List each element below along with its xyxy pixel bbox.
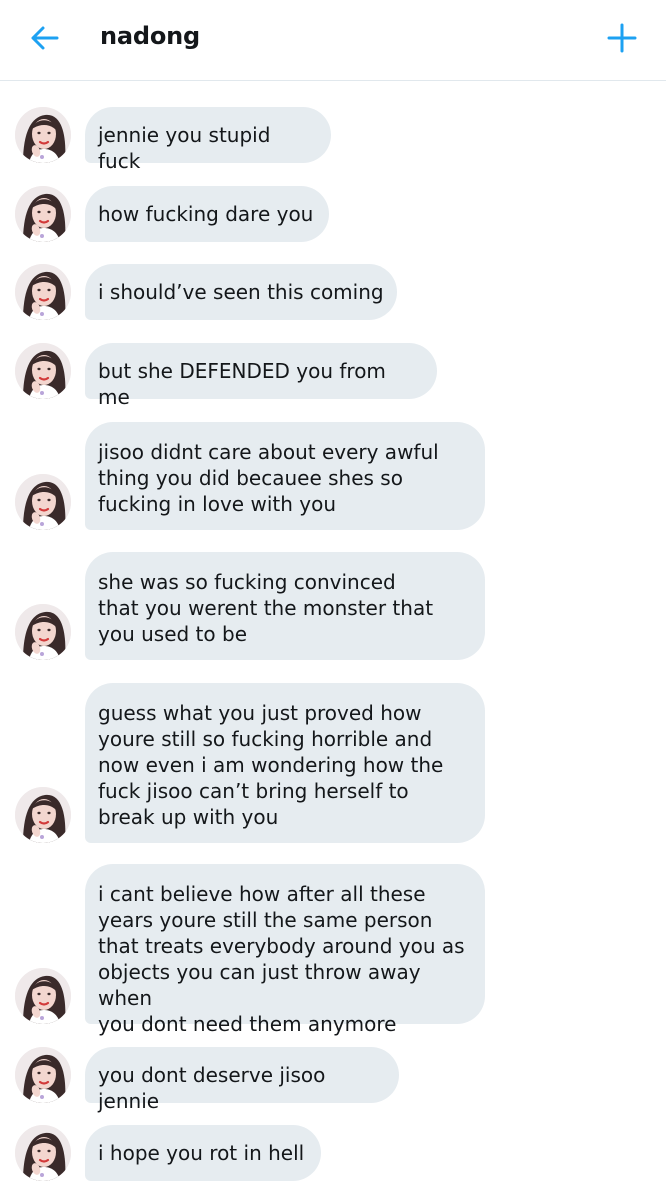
message-item: i cant believe how after all these years… xyxy=(0,864,666,1036)
message-bubble: i hope you rot in hell xyxy=(85,1125,321,1181)
message-item: i should’ve seen this coming xyxy=(0,264,666,320)
add-button[interactable] xyxy=(600,18,644,58)
message-item: how fucking dare you xyxy=(0,186,666,242)
message-item: she was so fucking convinced that you we… xyxy=(0,552,666,660)
message-item: guess what you just proved how youre sti… xyxy=(0,683,666,843)
plus-icon xyxy=(607,23,637,53)
message-item: i hope you rot in hell xyxy=(0,1125,666,1181)
avatar[interactable] xyxy=(15,1047,71,1103)
profile-photo xyxy=(15,343,71,399)
profile-photo xyxy=(15,474,71,530)
profile-photo xyxy=(15,604,71,660)
profile-photo xyxy=(15,107,71,163)
profile-photo xyxy=(15,968,71,1024)
message-item: jennie you stupid fuck xyxy=(0,107,666,173)
message-bubble: how fucking dare you xyxy=(85,186,329,242)
message-item: you dont deserve jisoo jennie xyxy=(0,1047,666,1113)
avatar[interactable] xyxy=(15,1125,71,1181)
message-bubble: but she DEFENDED you from me xyxy=(85,343,437,409)
message-item: but she DEFENDED you from me xyxy=(0,343,666,409)
back-button[interactable] xyxy=(24,20,64,56)
profile-photo xyxy=(15,264,71,320)
message-bubble: guess what you just proved how youre sti… xyxy=(85,683,485,843)
message-bubble: i should’ve seen this coming xyxy=(85,264,397,320)
avatar[interactable] xyxy=(15,343,71,399)
message-bubble: i cant believe how after all these years… xyxy=(85,864,485,1036)
conversation-header: nadong xyxy=(0,0,666,81)
avatar[interactable] xyxy=(15,186,71,242)
conversation-title: nadong xyxy=(100,22,201,50)
message-thread: jennie you stupid fuck how fucking dare … xyxy=(0,81,666,1200)
profile-photo xyxy=(15,186,71,242)
profile-photo xyxy=(15,787,71,843)
profile-photo xyxy=(15,1125,71,1181)
arrow-left-icon xyxy=(31,26,59,50)
avatar[interactable] xyxy=(15,968,71,1024)
avatar[interactable] xyxy=(15,107,71,163)
message-item: jisoo didnt care about every awful thing… xyxy=(0,422,666,530)
avatar[interactable] xyxy=(15,604,71,660)
profile-photo xyxy=(15,1047,71,1103)
avatar[interactable] xyxy=(15,474,71,530)
message-bubble: jennie you stupid fuck xyxy=(85,107,331,173)
message-bubble: you dont deserve jisoo jennie xyxy=(85,1047,399,1113)
avatar[interactable] xyxy=(15,264,71,320)
message-bubble: she was so fucking convinced that you we… xyxy=(85,552,485,660)
message-bubble: jisoo didnt care about every awful thing… xyxy=(85,422,485,530)
avatar[interactable] xyxy=(15,787,71,843)
